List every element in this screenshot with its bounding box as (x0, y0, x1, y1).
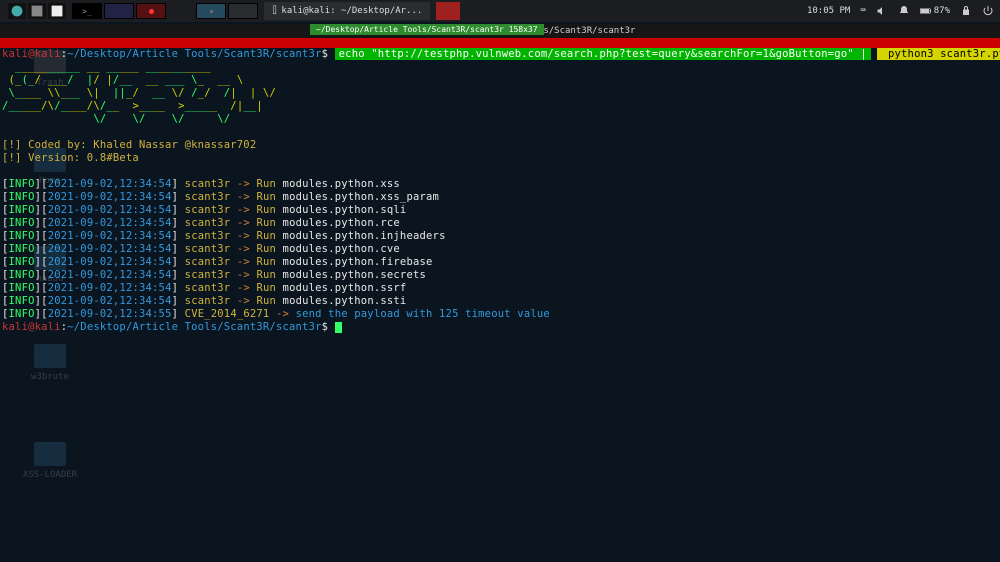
credits-1: [!] Coded by: Khaled Nassar @knassar702 (2, 139, 256, 151)
workspaces: >_ (72, 3, 166, 19)
lock-icon[interactable] (960, 5, 972, 17)
prompt-path: ~/Desktop/Article Tools/Scant3R/scant3r (67, 48, 321, 60)
battery: 87% (920, 5, 950, 17)
prompt2-sigil: $ (322, 321, 329, 333)
prompt2-user: kali (2, 321, 28, 333)
taskbar-window[interactable]: ⌷ kali@kali: ~/Desktop/Ar... (264, 2, 430, 20)
files-icon[interactable] (104, 3, 134, 19)
info-label: INFO (9, 308, 35, 320)
workspace-1[interactable] (196, 3, 226, 19)
app-launcher-2[interactable] (28, 3, 46, 19)
taskbar-window-icon: ⌷ (272, 6, 277, 16)
prompt2-path: ~/Desktop/Article Tools/Scant3R/scant3r (67, 321, 321, 333)
battery-icon (920, 5, 932, 17)
prompt-sigil: $ (322, 48, 329, 60)
cve-arrow: -> (276, 308, 289, 320)
battery-percent: 87% (934, 6, 950, 16)
log-lines: [INFO][2021-09-02,12:34:54] scant3r -> R… (2, 178, 446, 307)
cve-mod: CVE_2014_6271 (185, 308, 270, 320)
power-icon[interactable] (982, 5, 994, 17)
cve-msg: send the payload with 125 timeout value (296, 308, 550, 320)
cmd-rest: python3 scant3r.py (877, 48, 1000, 60)
prompt2-host: kali (35, 321, 61, 333)
credits-2: [!] Version: 0.8#Beta (2, 152, 139, 164)
launcher (8, 3, 66, 19)
system-tray: 10:05 PM ⌨ 87% (807, 0, 994, 22)
app-launcher-3[interactable] (48, 3, 66, 19)
volume-icon[interactable] (876, 5, 888, 17)
ascii-art: __________ __ _____ __________ (_(_/ ___… (2, 61, 276, 125)
app-launcher-1[interactable] (8, 3, 26, 19)
terminal-tab[interactable]: ~/Desktop/Article Tools/Scant3R/scant3r … (310, 24, 544, 35)
keyboard-icon[interactable]: ⌨ (860, 6, 865, 16)
workspace-2[interactable] (228, 3, 258, 19)
workspace-switcher (196, 3, 258, 19)
taskbar-window-label: kali@kali: ~/Desktop/Ar... (281, 6, 422, 16)
clock: 10:05 PM (807, 6, 850, 16)
taskbar: >_ ⌷ kali@kali: ~/Desktop/Ar... 10:05 PM… (0, 0, 1000, 22)
terminal-icon[interactable]: >_ (72, 3, 102, 19)
bell-icon[interactable] (898, 5, 910, 17)
record-icon[interactable] (136, 3, 166, 19)
terminal-body[interactable]: kali@kali:~/Desktop/Article Tools/Scant3… (0, 48, 1000, 334)
taskbar-window-red[interactable] (436, 2, 460, 20)
prompt-host: kali (35, 48, 61, 60)
terminal-tab-bar: ~/Desktop/Article Tools/Scant3R/scant3r … (0, 38, 1000, 48)
cve-ts: 2021-09-02,12:34:55 (48, 308, 172, 320)
terminal-window: kali@kali: ~/Desktop/Article Tools/Scant… (0, 24, 1000, 562)
cursor (335, 322, 342, 333)
cmd-echo: echo "http://testphp.vulnweb.com/search.… (335, 48, 871, 60)
prompt-user: kali (2, 48, 28, 60)
